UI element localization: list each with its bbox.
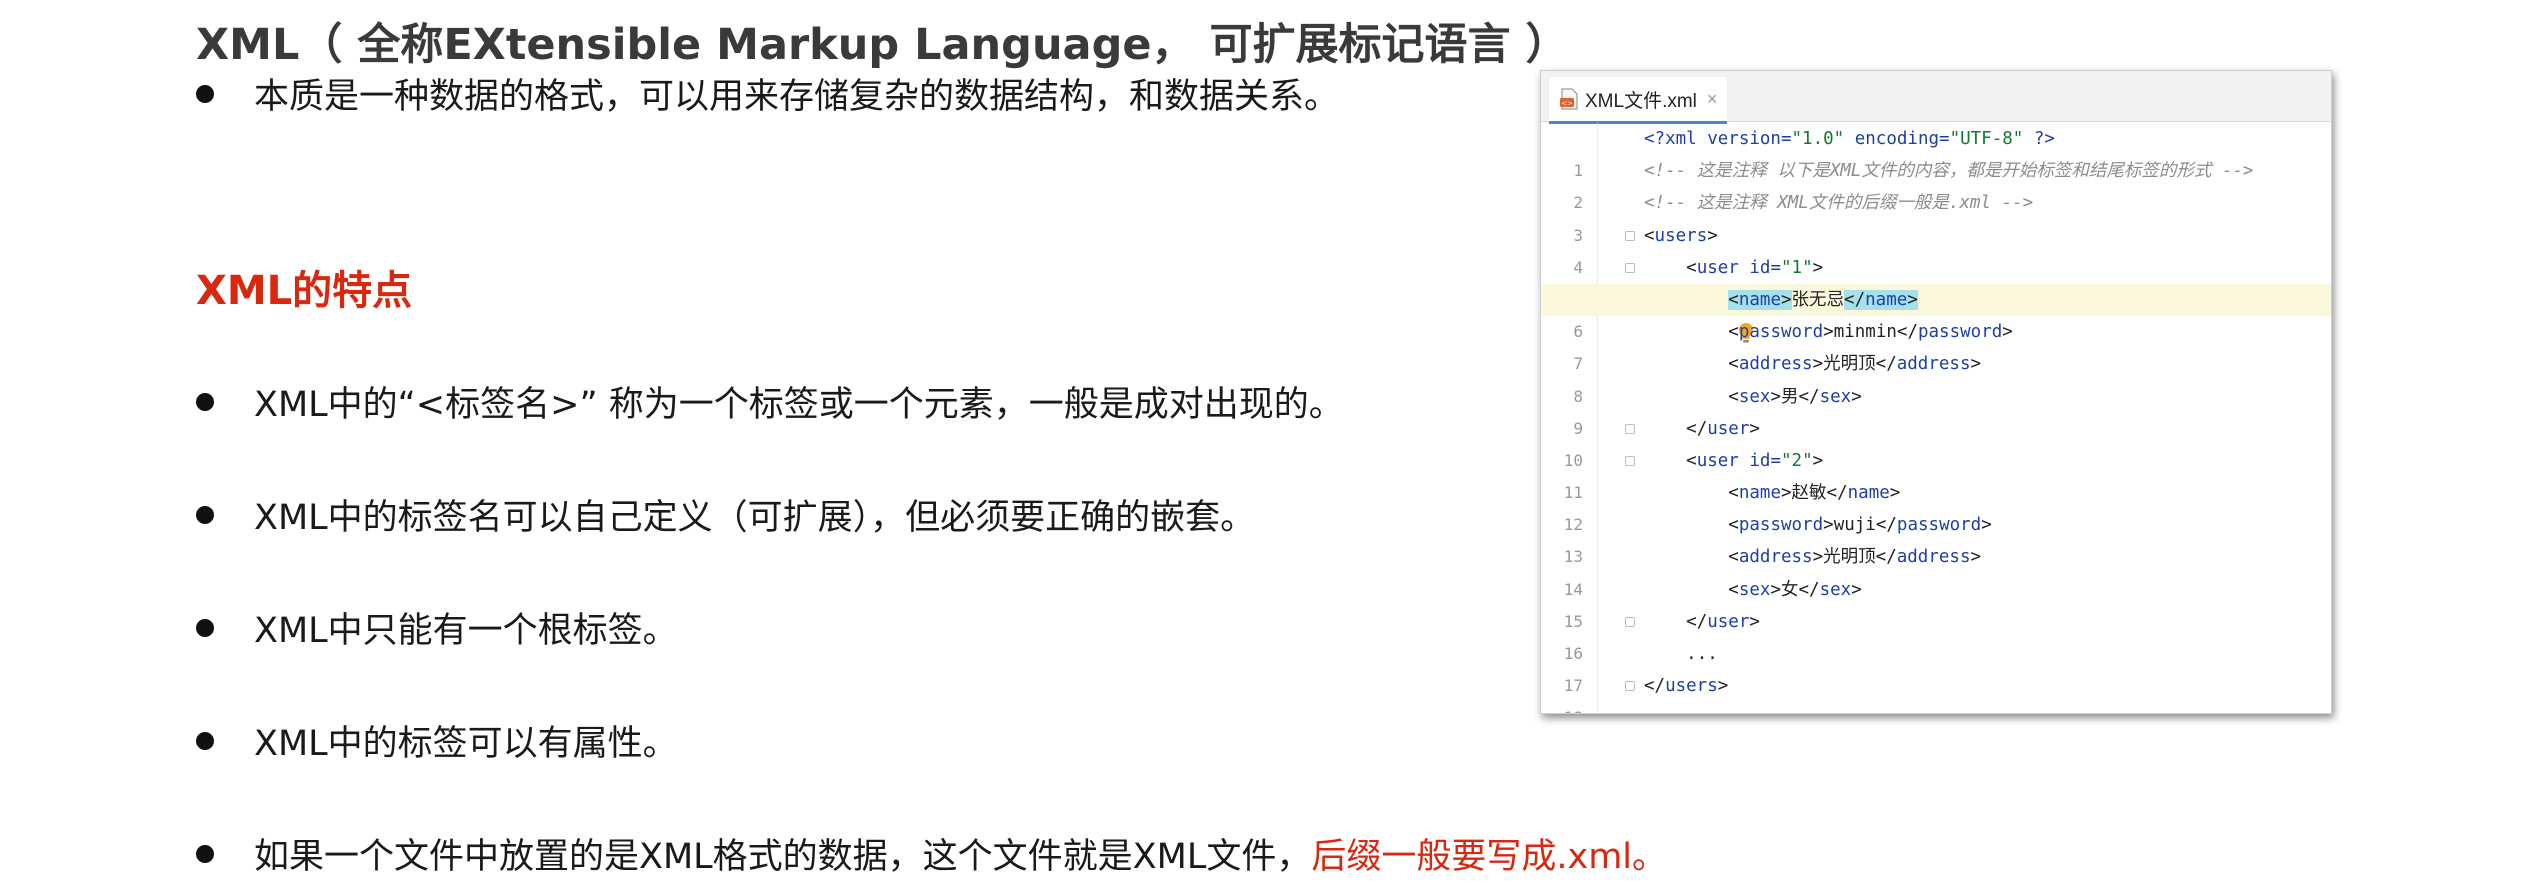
code-line-active: 6 <name>张无忌</name> <box>1541 283 2331 343</box>
code-line: 7 <password>minmin</password> <box>1541 316 2331 373</box>
bullet-dot <box>196 392 214 411</box>
code-line: 14 <address>光明顶</address> <box>1541 541 2331 598</box>
code-line: 10 </user> <box>1541 413 2331 470</box>
code-area[interactable]: 1 <?xml version="1.0" encoding="UTF-8" ?… <box>1541 123 2331 713</box>
xml-file-icon: <> <box>1559 88 1579 110</box>
close-icon[interactable]: × <box>1707 89 1718 110</box>
editor-tab-bar: <> XML文件.xml × <box>1541 71 2331 124</box>
fold-marker-icon[interactable] <box>1625 455 1635 466</box>
code-line: 18 </users> <box>1541 670 2331 713</box>
fold-marker-icon[interactable] <box>1625 616 1635 627</box>
line-number: 18 <box>1541 702 1583 713</box>
line-code: <?xml version="1.0" encoding="UTF-8" ?> <box>1644 129 2055 149</box>
tab-title: XML文件.xml <box>1585 90 1697 112</box>
fold-marker-icon[interactable] <box>1625 230 1635 241</box>
feature-bullet: XML中只能有一个根标签。 <box>196 602 678 653</box>
code-line: 9 <sex>男</sex> <box>1541 381 2331 438</box>
code-line: 13 <password>wuji</password> <box>1541 509 2331 566</box>
bullet-dot <box>196 84 214 103</box>
line-code: </user> <box>1686 611 1760 632</box>
slide-title: XML（ 全称EXtensible Markup Language， 可扩展标记… <box>196 20 1569 70</box>
code-line: 12 <name>赵敏</name> <box>1541 477 2331 534</box>
file-suffix-text: 如果一个文件中放置的是XML格式的数据，这个文件就是XML文件， <box>254 837 1312 877</box>
line-code: ... <box>1686 644 1718 664</box>
line-code: <address>光明顶</address> <box>1728 547 1982 568</box>
line-code: <password>minmin</password> <box>1728 322 2013 343</box>
feature-text: XML中的“<标签名>” 称为一个标签或一个元素，一般是成对出现的。 <box>254 385 1344 425</box>
feature-bullet: XML中的标签名可以自己定义（可扩展），但必须要正确的嵌套。 <box>196 489 1255 540</box>
code-line: 1 <?xml version="1.0" encoding="UTF-8" ?… <box>1541 123 2331 180</box>
intro-bullet: 本质是一种数据的格式，可以用来存储复杂的数据结构，和数据关系。 <box>196 68 1339 119</box>
code-line: 11 <user id="2"> <box>1541 445 2331 502</box>
line-code: <sex>女</sex> <box>1728 579 1862 600</box>
code-line: 15 <sex>女</sex> <box>1541 574 2331 631</box>
line-code: <!-- 这是注释 以下是XML文件的内容，都是开始标签和结尾标签的形式 --> <box>1644 161 2254 182</box>
svg-text:<>: <> <box>1561 100 1573 108</box>
editor-tab-xml-file[interactable]: <> XML文件.xml × <box>1549 77 1728 124</box>
line-code: <!-- 这是注释 XML文件的后缀一般是.xml --> <box>1644 193 2034 214</box>
file-suffix-highlight: 后缀一般要写成.xml。 <box>1311 837 1668 877</box>
line-code: <name>赵敏</name> <box>1728 483 1901 504</box>
feature-text: XML中的标签名可以自己定义（可扩展），但必须要正确的嵌套。 <box>254 498 1256 538</box>
code-line: 2 <!-- 这是注释 以下是XML文件的内容，都是开始标签和结尾标签的形式 -… <box>1541 155 2331 212</box>
bullet-dot <box>196 844 214 863</box>
line-code: <password>wuji</password> <box>1728 515 1992 536</box>
code-line: 5 <user id="1"> <box>1541 252 2331 309</box>
intro-text: 本质是一种数据的格式，可以用来存储复杂的数据结构，和数据关系。 <box>254 77 1340 117</box>
line-code: <address>光明顶</address> <box>1728 354 1982 375</box>
line-code: <user id="2"> <box>1686 450 1824 471</box>
line-code: </user> <box>1686 418 1760 439</box>
code-line: 4 <users> <box>1541 220 2331 277</box>
line-code: <user id="1"> <box>1686 257 1824 278</box>
file-suffix-bullet: 如果一个文件中放置的是XML格式的数据，这个文件就是XML文件， 后缀一般要写成.… <box>196 828 1667 879</box>
line-code: <users> <box>1644 225 1718 246</box>
bullet-dot <box>196 618 214 637</box>
code-line: 8 <address>光明顶</address> <box>1541 348 2331 405</box>
feature-bullet: XML中的“<标签名>” 称为一个标签或一个元素，一般是成对出现的。 <box>196 376 1344 427</box>
feature-bullet: XML中的标签可以有属性。 <box>196 715 678 766</box>
line-code: <sex>男</sex> <box>1728 386 1862 407</box>
code-line: 17 ... <box>1541 638 2331 695</box>
features-heading: XML的特点 <box>196 268 413 314</box>
code-editor-window: <> XML文件.xml × 1 <?xml version="1.0" enc… <box>1540 70 2332 714</box>
feature-text: XML中只能有一个根标签。 <box>254 611 678 651</box>
fold-marker-icon[interactable] <box>1625 262 1635 273</box>
line-code: <name>张无忌</name> <box>1728 289 1918 310</box>
feature-text: XML中的标签可以有属性。 <box>254 724 678 764</box>
bullet-dot <box>196 505 214 524</box>
bullet-dot <box>196 731 214 750</box>
code-line: 16 </user> <box>1541 606 2331 663</box>
fold-marker-icon[interactable] <box>1625 681 1635 692</box>
code-line: 3 <!-- 这是注释 XML文件的后缀一般是.xml --> <box>1541 187 2331 244</box>
fold-marker-icon[interactable] <box>1625 423 1635 434</box>
line-code: </users> <box>1644 676 1729 697</box>
